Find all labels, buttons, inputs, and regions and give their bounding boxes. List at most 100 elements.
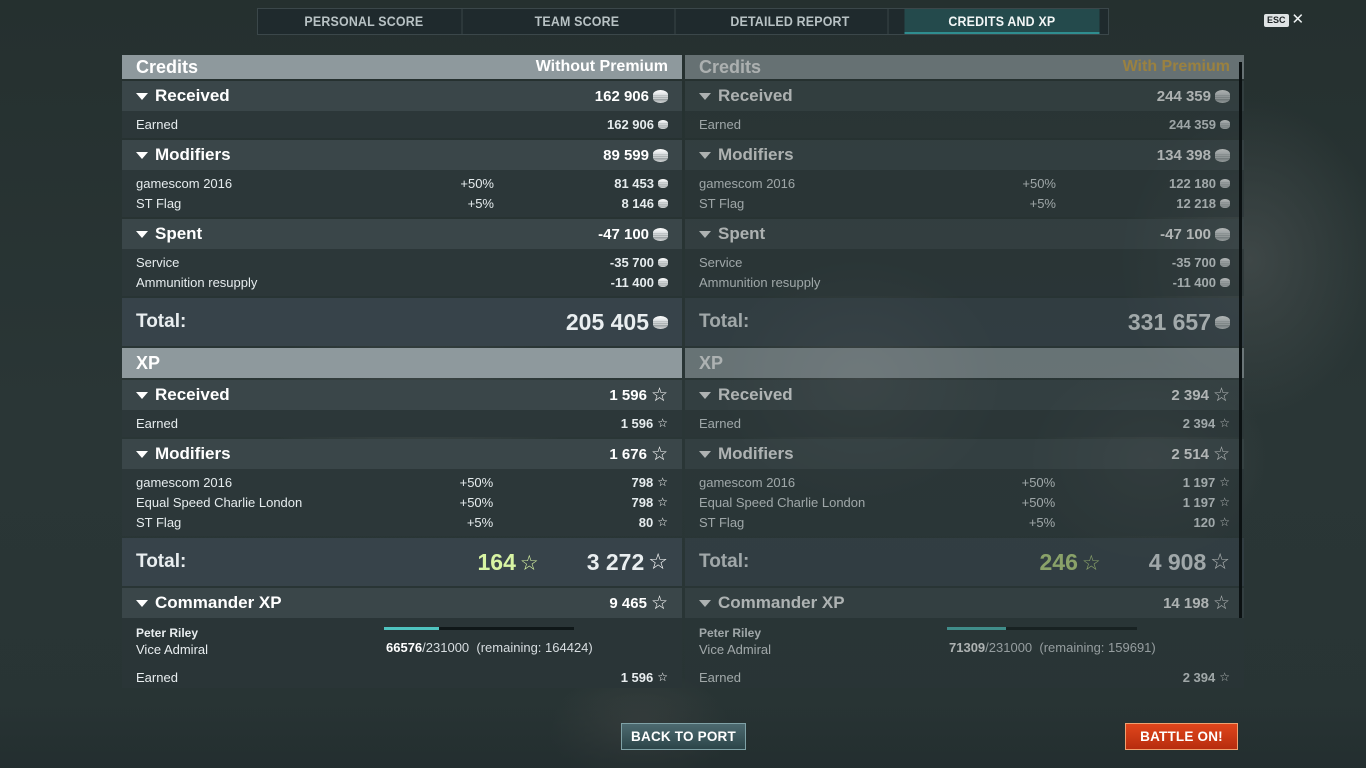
received-section-toggle[interactable]: Received 162 906: [122, 81, 682, 111]
modifiers-section-toggle[interactable]: Modifiers 89 599: [122, 140, 682, 170]
row-label: Earned: [699, 670, 741, 685]
row-value: 12 218: [1176, 195, 1216, 211]
progress-remaining: (remaining: 164424): [476, 640, 593, 655]
list-item: gamescom 2016 +50% 81 453: [122, 173, 682, 193]
star-outline-icon: ☆: [1081, 551, 1101, 575]
row-label: ST Flag: [136, 195, 182, 211]
coin-stack-icon: [658, 277, 668, 287]
tab-team-score[interactable]: TEAM SCORE: [479, 9, 675, 34]
coin-stack-icon: [1220, 198, 1230, 208]
modifier-rows: gamescom 2016 +50% 122 180 ST Flag +5% 1…: [685, 170, 1244, 217]
tab-detailed-report[interactable]: DETAILED REPORT: [692, 9, 888, 34]
commander-xp-section-toggle[interactable]: Commander XP 9 465 ☆: [122, 588, 682, 618]
xp-header: XP: [685, 348, 1244, 378]
scrollbar-thumb[interactable]: [1239, 62, 1242, 618]
section-value: 89 599: [603, 146, 649, 164]
star-outline-icon: ☆: [650, 384, 668, 406]
commander-progress-text: 71309/231000 (remaining: 159691): [949, 640, 1156, 655]
row-value: -11 400: [1172, 274, 1216, 290]
triangle-down-icon: [699, 391, 711, 399]
row-percent: +50%: [1022, 175, 1056, 191]
list-item: ST Flag +5% 8 146: [122, 193, 682, 213]
star-outline-icon: ☆: [519, 551, 539, 575]
row-value: 798: [631, 494, 654, 510]
progress-remaining: (remaining: 159691): [1039, 640, 1156, 655]
row-percent: +50%: [459, 494, 494, 510]
triangle-down-icon: [136, 450, 148, 458]
coin-stack-icon: [658, 178, 668, 188]
list-item: gamescom 2016 +50% 122 180: [685, 173, 1244, 193]
commander-card: Peter Riley Vice Admiral 66576/231000 (r…: [122, 618, 682, 688]
close-button[interactable]: ESC ✕: [1264, 11, 1305, 28]
triangle-down-icon: [136, 599, 148, 607]
row-percent: +5%: [466, 514, 494, 530]
xp-received-section-toggle[interactable]: Received 2 394 ☆: [685, 380, 1244, 410]
received-section-toggle[interactable]: Received 244 359: [685, 81, 1244, 111]
row-label: Earned: [136, 670, 178, 685]
star-outline-icon: ☆: [657, 475, 668, 489]
credits-header: Credits Without Premium: [122, 55, 682, 79]
battle-on-button[interactable]: BATTLE ON!: [1125, 723, 1238, 750]
modifiers-section-toggle[interactable]: Modifiers 134 398: [685, 140, 1244, 170]
total-value: 331 657: [1127, 308, 1211, 335]
list-item: gamescom 2016 +50% 1 197 ☆: [685, 472, 1244, 492]
triangle-down-icon: [699, 230, 711, 238]
section-value: -47 100: [1160, 225, 1211, 243]
star-outline-icon: ☆: [650, 443, 668, 465]
triangle-down-icon: [699, 151, 711, 159]
section-label: Spent: [718, 224, 766, 243]
list-item: Equal Speed Charlie London +50% 798 ☆: [122, 492, 682, 512]
list-item: Service -35 700: [685, 252, 1244, 272]
section-label: Modifiers: [718, 145, 794, 164]
total-value: 205 405: [565, 308, 649, 335]
triangle-down-icon: [699, 450, 711, 458]
tab-credits-and-xp[interactable]: CREDITS AND XP: [904, 9, 1100, 34]
section-label: Modifiers: [718, 444, 794, 463]
esc-key-icon: ESC: [1264, 13, 1289, 27]
commander-progress-bar: [947, 627, 1137, 630]
credits-total: Total: 205 405: [122, 298, 682, 346]
close-icon: ✕: [1291, 11, 1305, 28]
star-outline-icon: ☆: [657, 515, 668, 529]
tab-personal-score[interactable]: PERSONAL SCORE: [267, 9, 463, 34]
coin-stack-icon: [653, 315, 668, 329]
xp-received-section-toggle[interactable]: Received 1 596 ☆: [122, 380, 682, 410]
row-label: gamescom 2016: [136, 175, 233, 191]
received-rows: Earned 244 359: [685, 111, 1244, 138]
modifier-rows: gamescom 2016 +50% 81 453 ST Flag +5% 8 …: [122, 170, 682, 217]
total-value: 3 272: [586, 548, 645, 575]
xp-modifiers-section-toggle[interactable]: Modifiers 2 514 ☆: [685, 439, 1244, 469]
row-value: 81 453: [614, 175, 654, 191]
back-to-port-button[interactable]: BACK TO PORT: [621, 723, 746, 750]
received-rows: Earned 162 906: [122, 111, 682, 138]
section-value: 134 398: [1156, 146, 1211, 164]
scrollbar[interactable]: [1239, 62, 1242, 618]
commander-xp-section-toggle[interactable]: Commander XP 14 198 ☆: [685, 588, 1244, 618]
total-label: Total:: [699, 551, 750, 572]
row-label: Earned: [136, 415, 178, 431]
total-value: 4 908: [1148, 548, 1207, 575]
row-percent: +50%: [459, 474, 494, 490]
xp-title: XP: [699, 352, 724, 373]
row-label: gamescom 2016: [136, 474, 233, 490]
coin-stack-icon: [658, 257, 668, 267]
commander-progress-text: 66576/231000 (remaining: 164424): [386, 640, 593, 655]
list-item: Earned 162 906: [122, 114, 682, 134]
section-value: 162 906: [594, 87, 649, 105]
xp-received-rows: Earned 2 394 ☆: [685, 410, 1244, 437]
row-percent: +5%: [1028, 514, 1056, 530]
xp-modifiers-section-toggle[interactable]: Modifiers 1 676 ☆: [122, 439, 682, 469]
progress-current: 66576: [386, 640, 423, 655]
credits-header: Credits With Premium: [685, 55, 1244, 79]
coin-stack-icon: [658, 198, 668, 208]
coin-stack-icon: [658, 119, 668, 129]
star-outline-icon: ☆: [1212, 443, 1230, 465]
row-label: Earned: [136, 116, 178, 132]
list-item: Service -35 700: [122, 252, 682, 272]
spent-section-toggle[interactable]: Spent -47 100: [685, 219, 1244, 249]
row-value: 1 197: [1182, 474, 1216, 490]
row-label: Service: [136, 254, 180, 270]
star-outline-icon: ☆: [1219, 515, 1230, 529]
row-value: 162 906: [607, 116, 654, 132]
spent-section-toggle[interactable]: Spent -47 100: [122, 219, 682, 249]
